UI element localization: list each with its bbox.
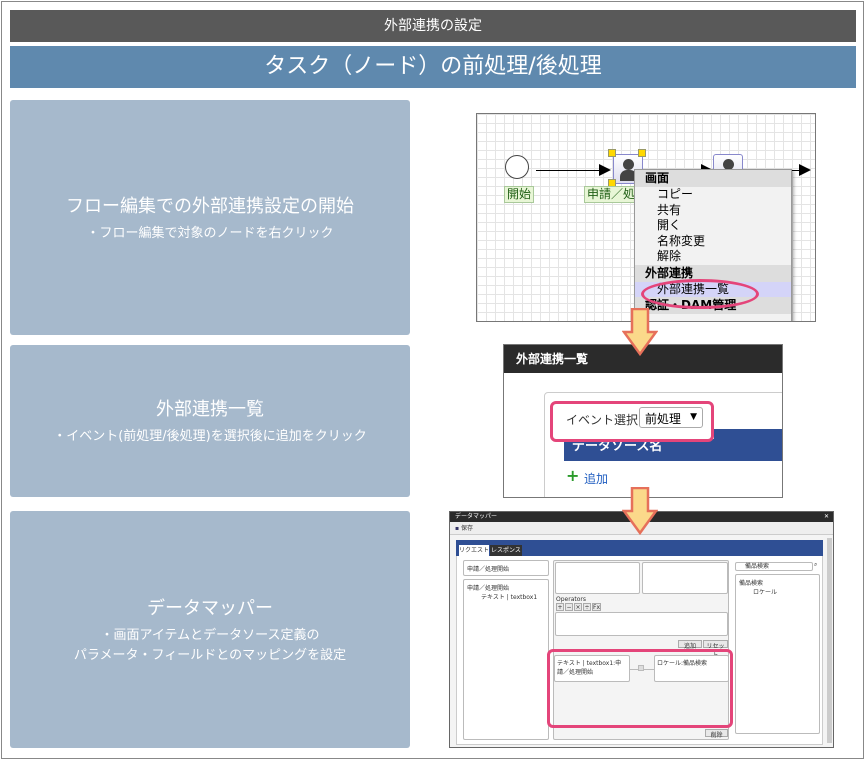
- menu-item-open[interactable]: 開く: [635, 218, 791, 234]
- add-button[interactable]: 追加: [678, 640, 702, 650]
- step-heading: フロー編集での外部連携設定の開始: [66, 195, 354, 217]
- flow-editor-screenshot: 開始 申請／処 画面 コピー 共有 開く 名称変更 解除 外部連携 外部連携一覧…: [476, 113, 816, 322]
- menu-item-copy[interactable]: コピー: [635, 187, 791, 203]
- operator-button[interactable]: ×: [574, 603, 582, 611]
- menu-item-rename[interactable]: 名称変更: [635, 234, 791, 250]
- integration-list-screenshot: 外部連携一覧 データソース名 イベント選択: 前処理 ▼ + 追加: [503, 344, 783, 498]
- down-arrow-icon: [622, 487, 658, 535]
- tab-response[interactable]: レスポンス: [490, 545, 522, 556]
- reset-button[interactable]: リセット: [703, 640, 728, 659]
- arrow-icon: [799, 164, 811, 176]
- arrow-icon: [599, 164, 611, 176]
- step-desc: ・イベント(前処理/後処理)を選択後に追加をクリック: [53, 429, 367, 444]
- highlight-box: [550, 401, 714, 442]
- delete-button[interactable]: 削除: [705, 729, 728, 739]
- add-link[interactable]: 追加: [584, 470, 608, 487]
- left-title-field[interactable]: 申請／処理開始: [463, 560, 549, 576]
- search-icon[interactable]: ⌕: [814, 561, 817, 569]
- page-header: 外部連携の設定: [10, 10, 856, 42]
- search-input[interactable]: 備品検索: [735, 562, 813, 571]
- page-title: タスク（ノード）の前処理/後処理: [10, 46, 856, 88]
- step-heading: 外部連携一覧: [156, 399, 264, 420]
- tree-node[interactable]: ロケール: [739, 587, 816, 596]
- menu-item-share[interactable]: 共有: [635, 203, 791, 219]
- start-label: 開始: [504, 186, 535, 203]
- operator-button[interactable]: +: [556, 603, 564, 611]
- node-label: 申請／処: [584, 186, 639, 203]
- step-desc: ・画面アイテムとデータソース定義の: [100, 627, 320, 643]
- tree-node[interactable]: テキスト | textbox1: [467, 592, 545, 601]
- operators-label: Operators: [556, 596, 586, 603]
- step-desc: ・フロー編集で対象のノードを右クリック: [86, 225, 334, 241]
- step-panel-1: フロー編集での外部連携設定の開始 ・フロー編集で対象のノードを右クリック: [10, 100, 410, 335]
- highlight-ring: [641, 279, 759, 309]
- step-heading: データマッパー: [147, 597, 273, 619]
- tree-node[interactable]: 備品検索: [739, 578, 816, 587]
- operator-button[interactable]: ÷: [583, 603, 591, 611]
- operator-button[interactable]: Fx: [592, 603, 601, 611]
- right-tree: 備品検索 ロケール: [735, 574, 820, 734]
- close-icon[interactable]: ✕: [824, 512, 829, 522]
- step-desc: パラメータ・フィールドとのマッピングを設定: [73, 647, 347, 663]
- menu-item-unlink[interactable]: 解除: [635, 249, 791, 265]
- tab-request[interactable]: リクエスト: [459, 545, 489, 556]
- start-node-icon[interactable]: [505, 155, 529, 179]
- step-panel-2: 外部連携一覧 ・イベント(前処理/後処理)を選択後に追加をクリック: [10, 345, 410, 497]
- plus-icon: +: [566, 466, 580, 485]
- highlight-box: [547, 649, 733, 728]
- down-arrow-icon: [622, 308, 658, 356]
- data-mapper-screenshot: データマッパー ✕ ▪ 保存 リクエスト レスポンス 申請／処理開始 申請／処理…: [449, 511, 834, 748]
- menu-section-screen: 画面: [635, 170, 791, 187]
- save-icon: ▪: [455, 525, 460, 532]
- tree-node[interactable]: 申請／処理開始: [467, 583, 545, 592]
- operator-button[interactable]: −: [565, 603, 573, 611]
- save-button[interactable]: ▪ 保存: [455, 524, 473, 533]
- scrollbar[interactable]: [827, 538, 832, 743]
- expression-field[interactable]: [555, 612, 728, 636]
- left-tree: 申請／処理開始 テキスト | textbox1: [463, 579, 549, 740]
- step-panel-3: データマッパー ・画面アイテムとデータソース定義の パラメータ・フィールドとのマ…: [10, 511, 410, 748]
